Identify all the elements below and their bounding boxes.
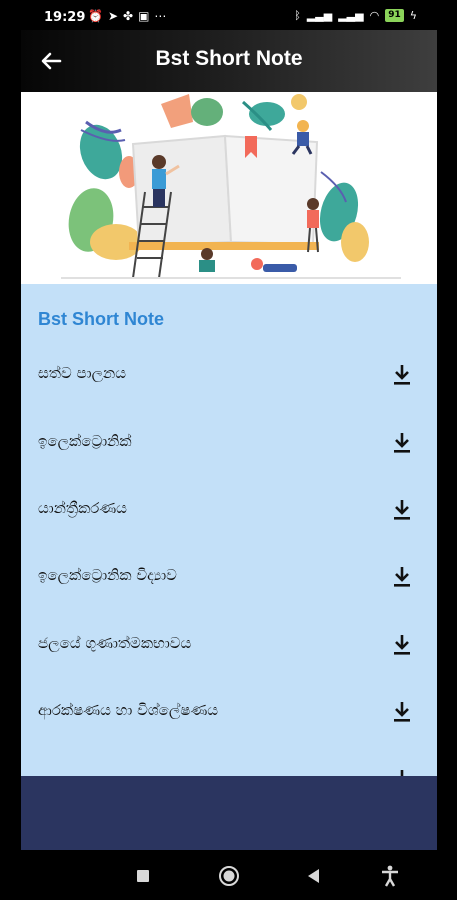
bottom-panel <box>21 776 437 850</box>
charging-icon: ϟ <box>409 9 417 22</box>
item-label: ඉලෙක්ට්‍රොනික විද්‍යාව <box>38 566 177 584</box>
accessibility-icon[interactable] <box>378 864 402 888</box>
back-icon[interactable] <box>302 864 326 888</box>
game-icon: ✤ <box>123 9 134 23</box>
item-label: ආරක්ෂණය හා විශ්ලේෂණය <box>38 701 219 719</box>
item-label: ජලයේ ගුණාත්මකභාවය <box>38 634 192 652</box>
system-icons: ᛒ ▂▃▅ ▂▃▅ ◠ 91 ϟ <box>294 9 417 22</box>
system-nav-bar <box>0 850 457 900</box>
page-title: Bst Short Note <box>155 47 303 70</box>
item-label: යාන්ත්‍රීකරණය <box>38 499 127 517</box>
more-icon: ⋯ <box>154 9 167 23</box>
reading-books-illustration <box>61 94 401 279</box>
status-time: 19:29 <box>44 10 86 25</box>
section-title: Bst Short Note <box>38 309 164 329</box>
download-icon[interactable] <box>391 431 413 455</box>
phone-screen: 19:29 ⏰ ➤ ✤ ▣ ⋯ ᛒ ▂▃▅ ▂▃▅ ◠ 91 ϟ Bst Sho… <box>0 0 457 900</box>
download-icon[interactable] <box>391 498 413 522</box>
notes-list: Bst Short Note සත්ව පාලනය ඉලෙක්ට්‍රොනික්… <box>21 284 437 776</box>
list-item[interactable]: සත්ව පාලනය <box>21 349 437 401</box>
list-item[interactable]: ඉලෙක්ට්‍රොනික් <box>21 417 437 469</box>
bluetooth-icon: ᛒ <box>294 9 301 22</box>
list-item[interactable] <box>21 754 437 776</box>
download-icon[interactable] <box>391 565 413 589</box>
download-icon[interactable] <box>391 700 413 724</box>
battery-icon: 91 <box>385 9 404 22</box>
app-icon: ▣ <box>138 9 150 23</box>
app-window: Bst Short Note Bst Short Note සත්ව පාලනය… <box>21 30 437 850</box>
list-item[interactable]: ඉලෙක්ට්‍රොනික විද්‍යාව <box>21 551 437 603</box>
item-label: ඉලෙක්ට්‍රොනික් <box>38 432 132 450</box>
telegram-icon: ➤ <box>107 9 119 23</box>
download-icon[interactable] <box>391 768 413 776</box>
item-label: සත්ව පාලනය <box>38 364 127 382</box>
recent-apps-icon[interactable] <box>131 864 155 888</box>
list-item[interactable]: යාන්ත්‍රීකරණය <box>21 484 437 536</box>
app-bar: Bst Short Note <box>21 30 437 92</box>
banner-illustration <box>21 92 437 284</box>
list-item[interactable]: ආරක්ෂණය හා විශ්ලේෂණය <box>21 686 437 738</box>
alarm-icon: ⏰ <box>88 9 103 23</box>
notification-icons: ⏰ ➤ ✤ ▣ ⋯ <box>88 9 166 23</box>
download-icon[interactable] <box>391 363 413 387</box>
home-icon[interactable] <box>217 864 241 888</box>
signal-icon: ▂▃▅ <box>338 9 364 22</box>
wifi-icon: ◠ <box>369 9 380 22</box>
download-icon[interactable] <box>391 633 413 657</box>
list-item[interactable]: ජලයේ ගුණාත්මකභාවය <box>21 619 437 671</box>
signal-icon: ▂▃▅ <box>306 9 333 22</box>
